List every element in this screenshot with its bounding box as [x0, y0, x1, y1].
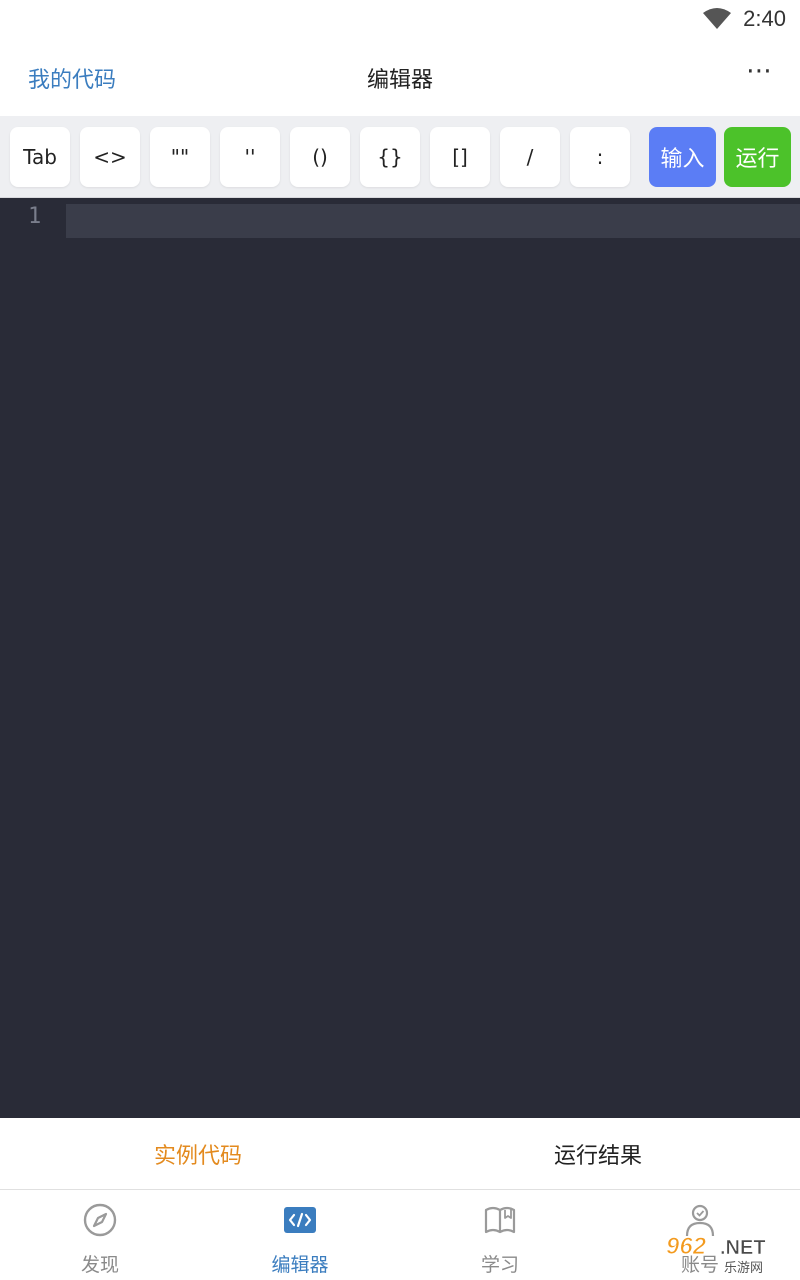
tab-run-result[interactable]: 运行结果 [554, 1138, 642, 1170]
svg-text:.NET: .NET [720, 1237, 766, 1259]
key-angle-brackets[interactable]: <> [80, 127, 140, 187]
key-slash[interactable]: / [500, 127, 560, 187]
result-tabs: 实例代码 运行结果 [0, 1118, 800, 1190]
bottom-nav-label: 发现 [80, 1254, 119, 1276]
key-square-brackets[interactable]: [] [430, 127, 490, 187]
tab-example-code[interactable]: 实例代码 [154, 1138, 242, 1170]
more-menu-icon[interactable]: ⋯ [746, 56, 774, 86]
key-tab[interactable]: Tab [10, 127, 70, 187]
line-gutter: 1 [0, 198, 66, 1118]
line-number: 1 [28, 204, 42, 229]
svg-text:962: 962 [666, 1233, 707, 1260]
wifi-icon [703, 8, 732, 29]
bottom-nav-editor[interactable]: 编辑器 [200, 1190, 400, 1280]
run-button[interactable]: 运行 [724, 127, 791, 187]
svg-text:乐游网: 乐游网 [724, 1261, 763, 1276]
key-braces[interactable]: {} [360, 127, 420, 187]
compass-icon [83, 1203, 117, 1237]
status-time: 2:40 [743, 6, 786, 31]
code-icon [284, 1207, 316, 1233]
bottom-nav-discover[interactable]: 发现 [0, 1190, 200, 1280]
symbol-toolbar: Tab <> "" '' () {} [] / : 输入 运行 [0, 116, 800, 198]
status-right: 2:40 [703, 6, 786, 32]
active-line-highlight[interactable] [66, 204, 800, 238]
nav-bar: 我的代码 编辑器 ⋯ [0, 42, 800, 116]
bottom-nav-learn[interactable]: 学习 [400, 1190, 600, 1280]
bottom-nav-label: 学习 [480, 1254, 519, 1276]
status-bar: 2:40 [0, 0, 800, 42]
key-double-quotes[interactable]: "" [150, 127, 210, 187]
book-icon [484, 1206, 516, 1234]
page-title: 编辑器 [366, 68, 433, 93]
key-colon[interactable]: : [570, 127, 630, 187]
key-single-quotes[interactable]: '' [220, 127, 280, 187]
code-editor[interactable]: 1 [0, 198, 800, 1118]
bottom-nav-label: 编辑器 [271, 1254, 329, 1276]
key-parentheses[interactable]: () [290, 127, 350, 187]
watermark-logo: 962 .NET 乐游网 [666, 1233, 766, 1277]
input-button[interactable]: 输入 [649, 127, 716, 187]
